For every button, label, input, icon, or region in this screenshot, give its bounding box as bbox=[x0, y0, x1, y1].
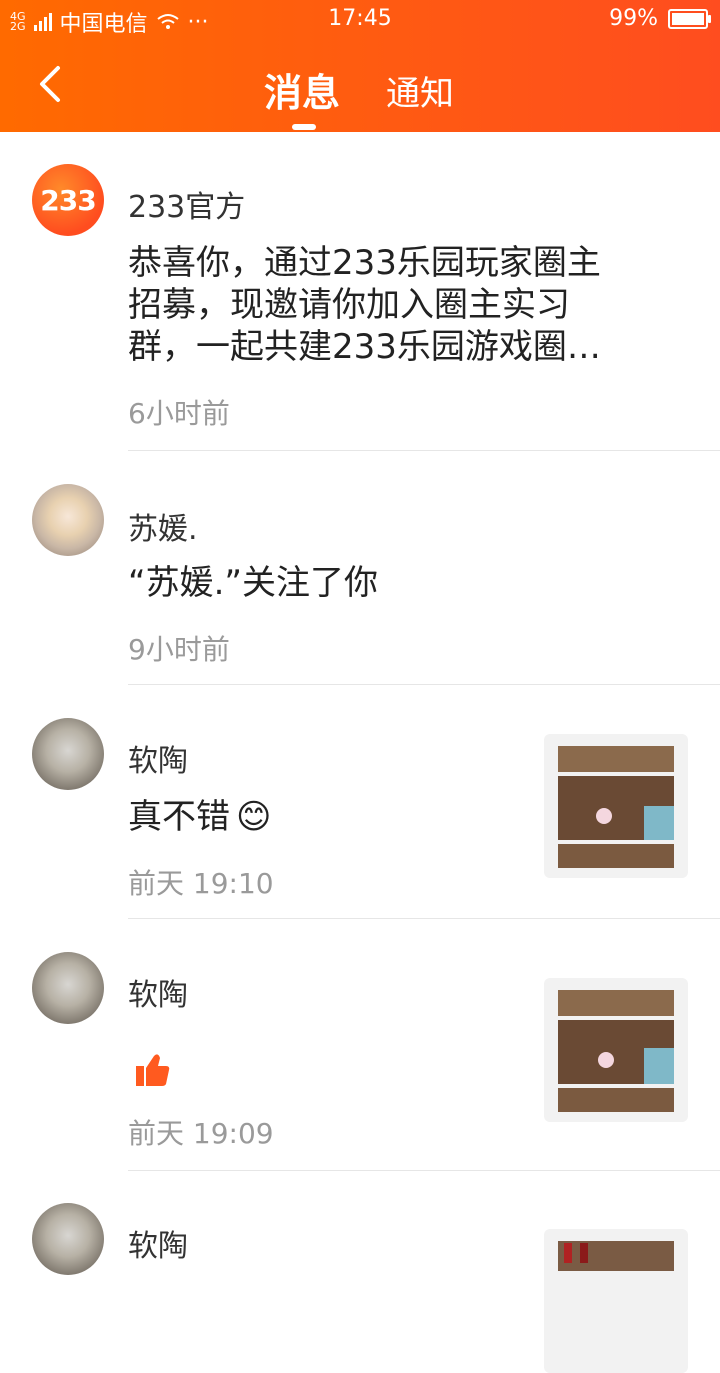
post-thumbnail[interactable] bbox=[544, 734, 688, 878]
message-time: 9小时前 bbox=[128, 633, 230, 666]
avatar[interactable]: 233 bbox=[32, 164, 104, 236]
divider bbox=[128, 684, 720, 685]
status-right: 99% bbox=[609, 6, 711, 31]
battery-icon bbox=[668, 8, 711, 29]
thumbs-up-icon bbox=[136, 1054, 170, 1086]
message-item[interactable]: 软陶 真不错 😊 前天 19:10 bbox=[0, 686, 720, 920]
message-item[interactable]: 苏媛. “苏媛.”关注了你 9小时前 bbox=[0, 452, 720, 686]
avatar[interactable] bbox=[32, 718, 104, 790]
battery-percent: 99% bbox=[609, 6, 658, 31]
sender-name: 233官方 bbox=[128, 190, 246, 225]
sender-name: 软陶 bbox=[128, 978, 188, 1013]
back-icon[interactable] bbox=[30, 62, 74, 106]
game-screenshot-icon bbox=[558, 1241, 674, 1271]
message-time: 前天 19:09 bbox=[128, 1117, 274, 1150]
message-text-line: 群，一起共建233乐园游戏圈… bbox=[128, 327, 601, 367]
active-tab-indicator bbox=[292, 124, 316, 130]
game-screenshot-icon bbox=[558, 746, 674, 868]
tab-messages[interactable]: 消息 bbox=[264, 62, 340, 117]
message-time: 前天 19:10 bbox=[128, 867, 274, 900]
avatar[interactable] bbox=[32, 1203, 104, 1275]
message-text-content: 真不错 bbox=[128, 797, 230, 837]
divider bbox=[128, 450, 720, 451]
message-item[interactable]: 233 233官方 恭喜你，通过233乐园玩家圈主 招募，现邀请你加入圈主实习 … bbox=[0, 132, 720, 452]
divider bbox=[128, 918, 720, 919]
message-time: 6小时前 bbox=[128, 397, 230, 430]
avatar[interactable] bbox=[32, 952, 104, 1024]
game-screenshot-icon bbox=[558, 990, 674, 1112]
nav-bar: 消息 通知 bbox=[0, 40, 720, 132]
avatar[interactable] bbox=[32, 484, 104, 556]
message-text-line: 恭喜你，通过233乐园玩家圈主 bbox=[128, 243, 601, 283]
message-item[interactable]: 软陶 bbox=[0, 1171, 720, 1373]
smile-emoji-icon: 😊 bbox=[236, 797, 272, 837]
tab-notifications[interactable]: 通知 bbox=[386, 66, 454, 115]
avatar-233-logo: 233 bbox=[40, 183, 96, 217]
post-thumbnail[interactable] bbox=[544, 978, 688, 1122]
top-bar: 4G 2G 中国电信 ··· 17:45 99% 消息 通知 bbox=[0, 0, 720, 132]
message-text: 真不错 😊 bbox=[128, 796, 271, 838]
status-bar: 4G 2G 中国电信 ··· 17:45 99% bbox=[0, 0, 720, 40]
post-thumbnail[interactable] bbox=[544, 1229, 688, 1373]
message-text: “苏媛.”关注了你 bbox=[128, 563, 379, 603]
sender-name: 苏媛. bbox=[128, 512, 198, 547]
sender-name: 软陶 bbox=[128, 1229, 188, 1264]
message-item[interactable]: 软陶 前天 19:09 bbox=[0, 920, 720, 1171]
sender-name: 软陶 bbox=[128, 744, 188, 779]
message-text-line: 招募，现邀请你加入圈主实习 bbox=[128, 285, 570, 325]
